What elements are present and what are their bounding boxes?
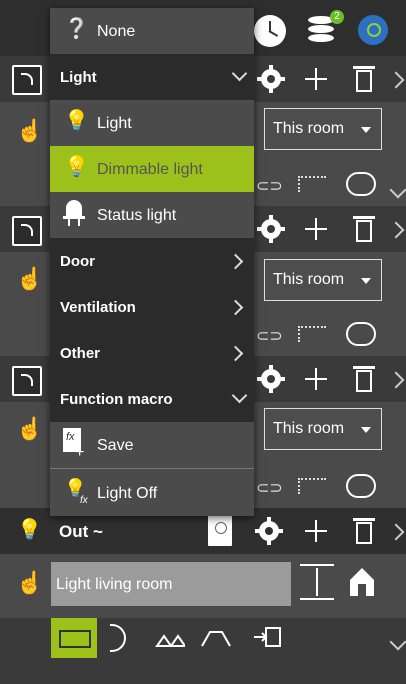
chevron-right-icon	[227, 345, 244, 362]
hand-touch-icon[interactable]: ☝	[16, 118, 43, 144]
path-icon[interactable]	[298, 176, 326, 192]
user-edit-icon[interactable]	[358, 15, 388, 45]
document-icon[interactable]	[208, 514, 232, 546]
menu-group-door[interactable]: Door	[50, 238, 254, 284]
hand-touch-icon[interactable]: ☝	[16, 266, 43, 292]
path-icon[interactable]	[298, 478, 326, 494]
trash-icon[interactable]	[353, 64, 375, 92]
out-label: Out ~	[59, 522, 103, 541]
chevron-down-icon[interactable]	[389, 633, 406, 651]
room-type-icon[interactable]	[12, 366, 42, 396]
repeat-icon[interactable]	[346, 172, 376, 196]
dimmable-bulb-icon: 💡	[64, 156, 89, 178]
menu-item-none[interactable]: ❔ None	[50, 8, 254, 54]
room-select[interactable]: This room	[264, 108, 382, 150]
chevron-right-icon	[227, 299, 244, 316]
type-bar	[0, 618, 406, 684]
type-rect-icon[interactable]	[51, 618, 97, 658]
fx-icon: fx	[80, 495, 88, 506]
bulb-icon: 💡	[17, 519, 42, 541]
chevron-down-icon[interactable]	[389, 181, 406, 199]
repeat-icon[interactable]	[346, 322, 376, 346]
gear-icon[interactable]	[256, 64, 286, 94]
chevron-down-icon	[231, 65, 248, 82]
menu-item-status-light[interactable]: Status light	[50, 192, 254, 238]
bulb-question-icon: ❔	[64, 18, 89, 40]
add-icon[interactable]	[305, 218, 327, 240]
room-select[interactable]: This room	[264, 259, 382, 301]
menu-item-light[interactable]: 💡 Light	[50, 100, 254, 146]
room-type-icon[interactable]	[12, 216, 42, 246]
chevron-right-icon[interactable]	[387, 71, 405, 89]
room-select[interactable]: This room	[264, 408, 382, 450]
add-icon[interactable]	[305, 368, 327, 390]
repeat-icon[interactable]	[346, 474, 376, 498]
room-type-icon[interactable]	[12, 65, 42, 95]
bulb-icon: 💡	[64, 110, 89, 132]
chevron-right-icon[interactable]	[387, 221, 405, 239]
link-icon[interactable]: ⊂⊃	[256, 478, 283, 498]
menu-group-ventilation[interactable]: Ventilation	[50, 284, 254, 330]
chevron-right-icon[interactable]	[387, 371, 405, 389]
save-macro-icon: fx +	[63, 428, 85, 461]
gear-icon[interactable]	[256, 364, 286, 394]
resize-vertical-icon[interactable]	[300, 562, 334, 602]
menu-item-dimmable-light[interactable]: 💡 Dimmable light	[50, 146, 254, 192]
add-icon[interactable]	[305, 68, 327, 90]
menu-group-function-macro[interactable]: Function macro	[50, 376, 254, 422]
name-input[interactable]: Light living room	[51, 562, 291, 606]
path-icon[interactable]	[298, 326, 326, 342]
link-icon[interactable]: ⊂⊃	[256, 176, 283, 196]
menu-item-save[interactable]: fx + Save	[50, 422, 254, 468]
hand-touch-icon[interactable]: ☝	[16, 570, 43, 596]
chevron-right-icon	[227, 253, 244, 270]
type-trapezoid-icon[interactable]	[200, 622, 232, 652]
menu-group-light[interactable]: Light	[50, 54, 254, 100]
function-type-menu: ❔ None Light 💡 Light 💡 Dimmable light St…	[50, 8, 254, 516]
type-export-icon[interactable]	[252, 624, 284, 652]
type-half-circle-icon[interactable]	[108, 622, 134, 652]
add-icon[interactable]	[305, 520, 327, 542]
trash-icon[interactable]	[353, 364, 375, 392]
clock-icon[interactable]	[254, 15, 286, 47]
status-light-icon	[62, 200, 86, 228]
trash-icon[interactable]	[353, 214, 375, 242]
menu-group-other[interactable]: Other	[50, 330, 254, 376]
link-icon[interactable]: ⊂⊃	[256, 326, 283, 346]
type-triangles-icon[interactable]	[155, 622, 187, 652]
gear-icon[interactable]	[256, 214, 286, 244]
trash-icon[interactable]	[353, 516, 375, 544]
home-icon[interactable]	[348, 566, 376, 598]
chevron-down-icon	[231, 387, 248, 404]
chevron-right-icon[interactable]	[387, 523, 405, 541]
gear-icon[interactable]	[254, 516, 284, 546]
notification-badge: 2	[330, 10, 344, 24]
menu-item-light-off[interactable]: 💡 fx Light Off	[50, 469, 254, 516]
hand-touch-icon[interactable]: ☝	[16, 416, 43, 442]
